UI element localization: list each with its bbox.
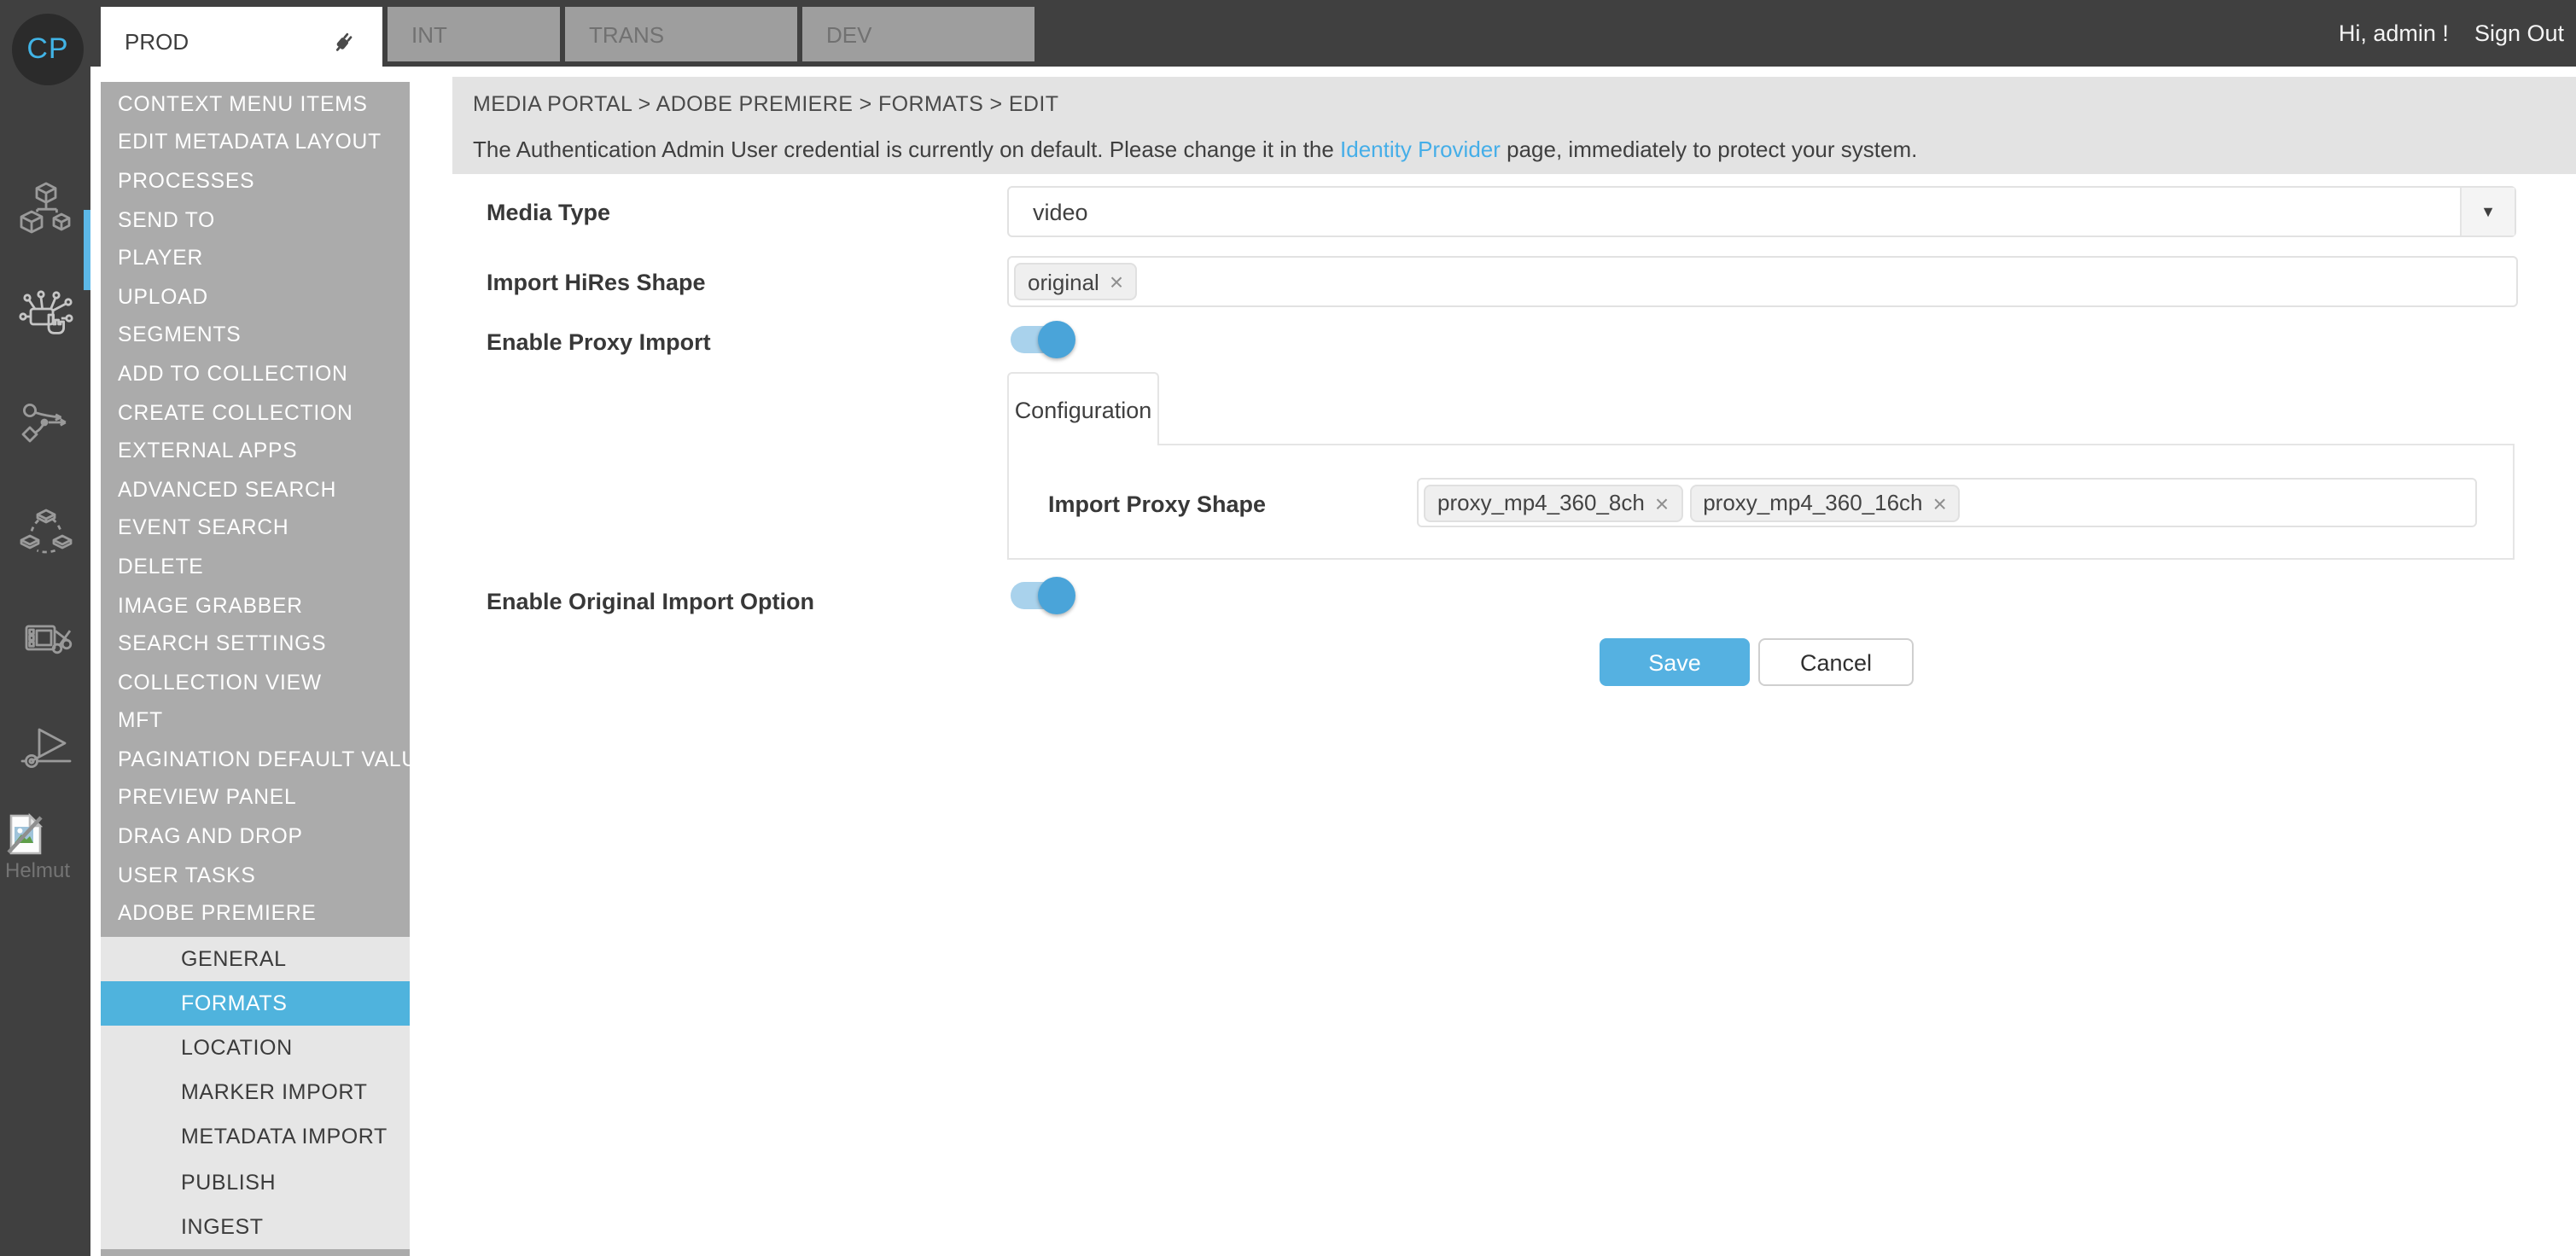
tab-trans-label: TRANS [589,21,664,47]
tab-dev[interactable]: DEV [802,7,1034,61]
sidebar-item[interactable]: EXTERNAL APPS [101,432,410,470]
sidebar-subitem[interactable]: MARKER IMPORT [101,1070,410,1114]
app-logo-text: CP [26,32,68,67]
tab-configuration[interactable]: Configuration [1007,372,1159,445]
tag-chip: proxy_mp4_360_16ch × [1689,484,1961,521]
import-proxy-shape-field[interactable]: proxy_mp4_360_8ch × proxy_mp4_360_16ch × [1417,478,2477,527]
icon-rail: Helmut [0,67,90,1256]
sidebar-item[interactable]: USER TASKS [101,856,410,894]
sidebar-item[interactable]: ADVANCED SEARCH [101,470,410,509]
sidebar-subitem[interactable]: LOCATION [101,1026,410,1070]
import-hires-shape-field[interactable]: original × [1007,256,2518,307]
media-type-value: video [1009,199,2460,224]
breadcrumb: MEDIA PORTAL > ADOBE PREMIERE > FORMATS … [473,92,1058,116]
sidebar-item[interactable]: EVENT SEARCH [101,509,410,547]
import-proxy-shape-label: Import Proxy Shape [1048,491,1266,517]
tab-prod[interactable]: PROD [101,7,382,77]
auth-warning-notice: The Authentication Admin User credential… [473,137,1917,162]
plug-icon [329,27,358,56]
remove-tag-icon[interactable]: × [1110,268,1123,295]
sidebar-item[interactable]: CONTEXT MENU ITEMS [101,84,410,123]
app-logo: CP [12,14,84,85]
sidebar-next-item-partial [101,1249,410,1256]
sidebar-item[interactable]: EDIT METADATA LAYOUT [101,123,410,161]
helmut-app-icon[interactable]: Helmut [5,812,87,882]
page-banner: MEDIA PORTAL > ADOBE PREMIERE > FORMATS … [452,77,2576,174]
enable-proxy-import-toggle[interactable] [1011,321,1075,358]
sidebar-subitem[interactable]: PUBLISH [101,1160,410,1204]
sidebar-item[interactable]: SEGMENTS [101,316,410,354]
media-type-label: Media Type [487,200,610,225]
tab-int[interactable]: INT [388,7,560,61]
sidebar-item[interactable]: MFT [101,701,410,740]
sidebar-item[interactable]: CREATE COLLECTION [101,393,410,432]
top-bar: PROD INT TRANS DEV Hi, admin ! [0,0,2576,67]
active-rail-indicator [83,210,90,290]
sidebar-subitem[interactable]: INGEST [101,1204,410,1248]
sidebar-item[interactable]: UPLOAD [101,277,410,316]
tag-chip: proxy_mp4_360_8ch × [1424,484,1682,521]
tab-dev-label: DEV [826,21,871,47]
dropdown-arrow-icon[interactable]: ▼ [2460,188,2515,236]
sidebar-subitem[interactable]: GENERAL [101,936,410,980]
enable-proxy-import-label: Enable Proxy Import [487,329,711,355]
sidebar-main-items: CONTEXT MENU ITEMS EDIT METADATA LAYOUT … [101,81,410,936]
sidebar-item[interactable]: DELETE [101,547,410,585]
enable-original-import-option-toggle[interactable] [1011,577,1075,614]
remove-tag-icon[interactable]: × [1933,489,1947,516]
sidebar-item[interactable]: COLLECTION VIEW [101,663,410,701]
sidebar-item[interactable]: SEND TO [101,201,410,239]
sidebar-item[interactable]: ADOBE PREMIERE [101,894,410,933]
save-button[interactable]: Save [1600,638,1750,686]
enable-original-import-option-label: Enable Original Import Option [487,589,814,614]
sidebar-item[interactable]: PAGINATION DEFAULT VALUE [101,740,410,778]
helmut-label: Helmut [5,858,87,882]
tab-trans[interactable]: TRANS [565,7,797,61]
tab-prod-label: PROD [125,29,189,55]
sidebar-item[interactable]: ADD TO COLLECTION [101,354,410,392]
player-icon[interactable] [16,717,74,775]
workflow-icon[interactable] [16,394,74,452]
sidebar-item[interactable]: DRAG AND DROP [101,817,410,856]
clip-editor-icon[interactable] [16,609,74,667]
sidebar-subitem[interactable]: FORMATS [101,981,410,1026]
import-hires-shape-label: Import HiRes Shape [487,270,706,295]
user-greeting: Hi, admin ! [2339,20,2449,46]
sidebar: CONTEXT MENU ITEMS EDIT METADATA LAYOUT … [101,81,410,1256]
sidebar-item[interactable]: PLAYER [101,239,410,277]
config-portal-app: PROD INT TRANS DEV Hi, admin ! [0,0,2576,1256]
collections-icon[interactable] [16,502,74,560]
sidebar-subitem[interactable]: METADATA IMPORT [101,1115,410,1160]
sidebar-item[interactable]: PROCESSES [101,161,410,200]
page-interaction-icon[interactable] [16,287,74,345]
tag-chip: original × [1014,263,1137,300]
cancel-button[interactable]: Cancel [1758,638,1914,686]
tab-int-label: INT [411,21,447,47]
remove-tag-icon[interactable]: × [1655,489,1669,516]
sidebar-item[interactable]: SEARCH SETTINGS [101,625,410,663]
media-type-select[interactable]: video ▼ [1007,186,2516,237]
sidebar-sub-items: GENERAL FORMATS LOCATION MARKER IMPORT M… [101,936,410,1249]
configuration-panel: Import Proxy Shape proxy_mp4_360_8ch × p… [1007,444,2515,560]
identity-provider-link[interactable]: Identity Provider [1340,137,1501,162]
sidebar-item[interactable]: IMAGE GRABBER [101,585,410,624]
sidebar-item[interactable]: PREVIEW PANEL [101,778,410,817]
sign-out-link[interactable]: Sign Out [2474,20,2564,46]
cubes-network-icon[interactable] [16,179,74,237]
